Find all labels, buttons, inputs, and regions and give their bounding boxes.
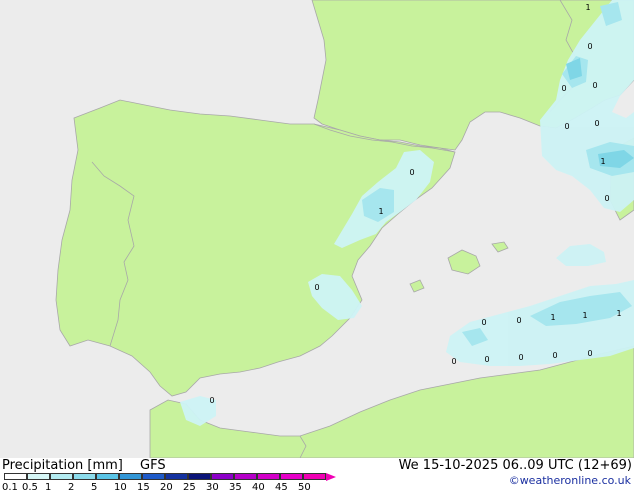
legend-tick-label: 5	[91, 482, 98, 493]
precip-label: 0	[552, 351, 557, 360]
legend-tick-label: 40	[252, 482, 265, 493]
precip-label: 0	[587, 349, 592, 358]
legend-swatch	[73, 473, 96, 480]
precip-label: 0	[314, 283, 319, 292]
precip-label: 0	[594, 119, 599, 128]
legend-swatch	[234, 473, 257, 480]
precip-label: 0	[481, 318, 486, 327]
legend-swatch	[27, 473, 50, 480]
precip-label: 0	[209, 396, 214, 405]
precip-label: 0	[409, 168, 414, 177]
precip-label: 0	[518, 353, 523, 362]
legend-tick-label: 45	[275, 482, 288, 493]
precip-label: 0	[592, 81, 597, 90]
map-title: Precipitation [mm]	[2, 458, 123, 473]
legend-tick-label: 30	[206, 482, 219, 493]
legend-swatch	[4, 473, 27, 480]
precipitation-map: 0 1 0 0 1 0 0 0 0 0 1 0 0 0 1 1 1 0 0 0 …	[0, 0, 634, 458]
map-footer: Precipitation [mm] GFS We 15-10-2025 06.…	[0, 458, 634, 493]
legend-swatch	[280, 473, 303, 480]
legend-swatch	[188, 473, 211, 480]
legend-swatch	[119, 473, 142, 480]
precip-label: 1	[378, 207, 383, 216]
model-name: GFS	[140, 458, 166, 473]
legend-swatch	[165, 473, 188, 480]
credit-link[interactable]: ©weatheronline.co.uk	[509, 474, 631, 487]
legend-swatch	[50, 473, 73, 480]
legend-tick-label: 1	[45, 482, 52, 493]
legend-tick-label: 50	[298, 482, 311, 493]
precip-label: 0	[587, 42, 592, 51]
precip-label: 0	[516, 316, 521, 325]
legend-tick-label: 0.1	[2, 482, 18, 493]
legend-swatch	[303, 473, 326, 480]
precip-label: 0	[561, 84, 566, 93]
precip-label: 0	[484, 355, 489, 364]
legend-tick-label: 10	[114, 482, 127, 493]
legend-tick-label: 35	[229, 482, 242, 493]
legend-swatch	[96, 473, 119, 480]
legend-swatch	[142, 473, 165, 480]
precip-label: 1	[550, 313, 555, 322]
precip-label: 1	[585, 3, 590, 12]
precip-label: 0	[604, 194, 609, 203]
legend-tick-label: 15	[137, 482, 150, 493]
legend-swatch	[257, 473, 280, 480]
precip-label: 1	[582, 311, 587, 320]
precip-label: 0	[564, 122, 569, 131]
precip-label: 1	[616, 309, 621, 318]
forecast-datetime: We 15-10-2025 06..09 UTC (12+69)	[398, 458, 632, 473]
legend-tick-label: 0.5	[22, 482, 38, 493]
precip-label: 1	[600, 157, 605, 166]
legend-swatch	[211, 473, 234, 480]
precipitation-legend: 0.1 0.5 1 2 5 10 15 20 25 30 35 40 45 50	[0, 473, 340, 493]
legend-tick-label: 20	[160, 482, 173, 493]
legend-tick-label: 2	[68, 482, 75, 493]
legend-tick-label: 25	[183, 482, 196, 493]
legend-arrow-icon	[326, 473, 336, 481]
precip-label: 0	[451, 357, 456, 366]
